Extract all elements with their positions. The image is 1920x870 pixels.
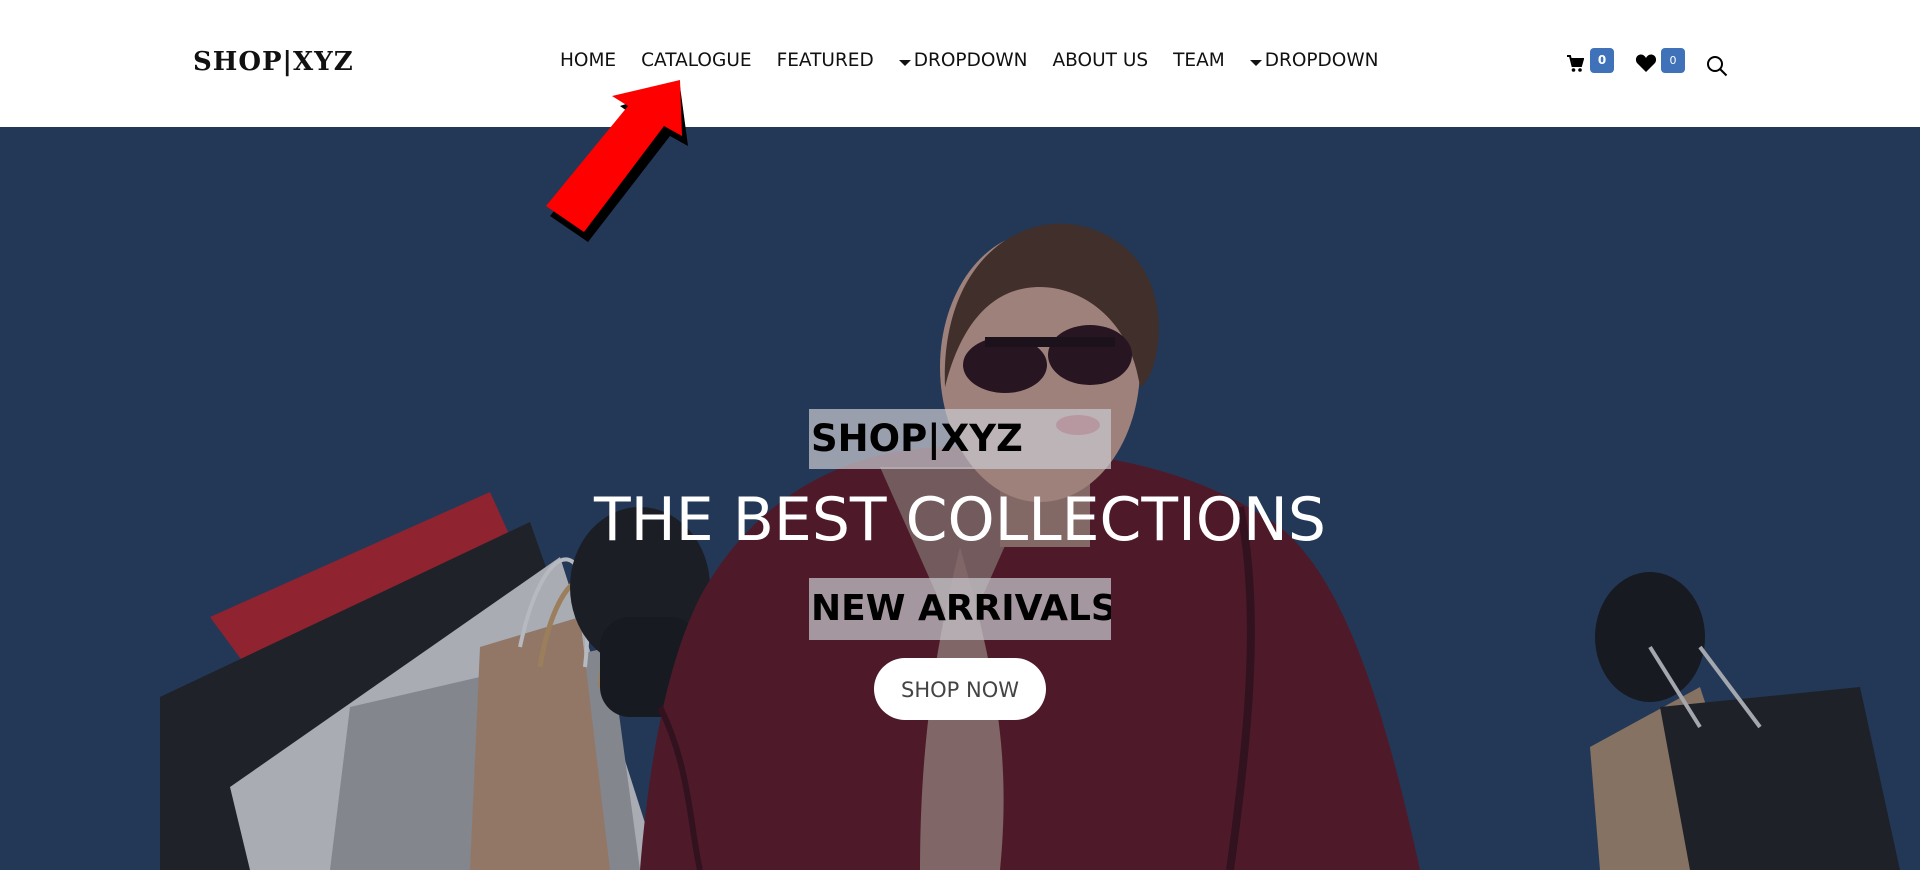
caret-down-icon: [898, 59, 911, 66]
nav-item-dropdown-1[interactable]: DROPDOWN: [898, 50, 1028, 71]
site-logo[interactable]: SHOP|XYZ: [193, 47, 354, 77]
hero-brand-label: SHOP|XYZ: [809, 409, 1111, 469]
annotation-arrow-icon: [546, 80, 688, 242]
hero-banner: SHOP|XYZ THE BEST COLLECTIONS NEW ARRIVA…: [0, 127, 1920, 870]
main-nav: HOME CATALOGUE FEATURED DROPDOWN ABOUT U…: [560, 50, 1403, 71]
nav-item-label: FEATURED: [776, 50, 874, 71]
nav-item-home[interactable]: HOME: [560, 50, 616, 71]
nav-item-team[interactable]: TEAM: [1173, 50, 1225, 71]
nav-item-about-us[interactable]: ABOUT US: [1053, 50, 1149, 71]
site-header: SHOP|XYZ HOME CATALOGUE FEATURED DROPDOW…: [0, 0, 1920, 127]
nav-item-label: DROPDOWN: [913, 50, 1028, 71]
nav-item-label: TEAM: [1173, 50, 1225, 71]
nav-item-catalogue[interactable]: CATALOGUE: [641, 50, 751, 71]
shop-now-button[interactable]: SHOP NOW: [874, 658, 1046, 720]
cart-count-badge: 0: [1590, 48, 1614, 73]
caret-down-icon: [1249, 59, 1262, 66]
cart-icon[interactable]: [1566, 54, 1585, 78]
wishlist-count-badge: 0: [1661, 48, 1685, 73]
hero-title: THE BEST COLLECTIONS: [594, 485, 1326, 555]
heart-icon[interactable]: [1635, 53, 1657, 77]
nav-item-featured[interactable]: FEATURED: [777, 50, 874, 71]
nav-item-dropdown-2[interactable]: DROPDOWN: [1249, 50, 1379, 71]
nav-item-label: HOME: [560, 50, 617, 71]
nav-item-label: CATALOGUE: [641, 50, 752, 71]
search-icon[interactable]: [1706, 55, 1728, 81]
nav-item-label: ABOUT US: [1052, 50, 1149, 71]
nav-item-label: DROPDOWN: [1264, 50, 1379, 71]
hero-subtitle: NEW ARRIVALS: [809, 578, 1111, 640]
